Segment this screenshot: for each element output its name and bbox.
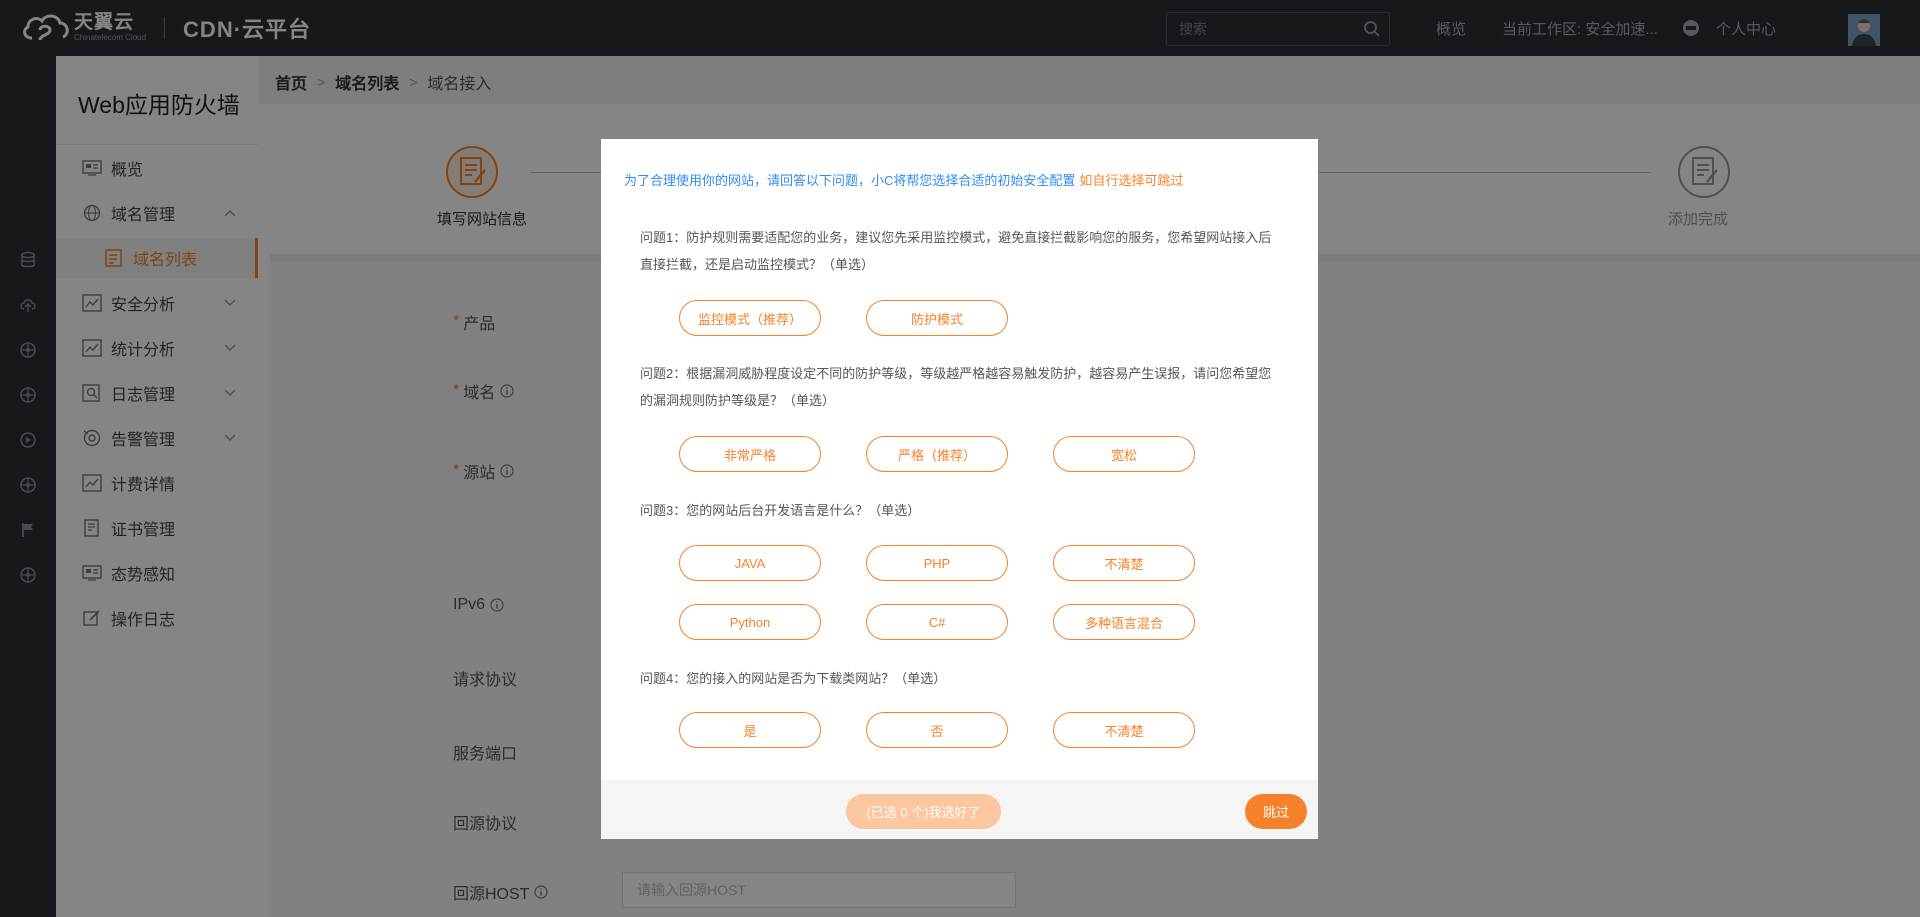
q3-option-php[interactable]: PHP: [866, 545, 1008, 581]
q3-option-mixed[interactable]: 多种语言混合: [1053, 604, 1195, 640]
security-config-dialog: 为了合理使用你的网站，请回答以下问题，小C将帮您选择合适的初始安全配置 如自行选择…: [601, 139, 1318, 839]
question-1-text: 问题1：防护规则需要适配您的业务，建议您先采用监控模式，避免直接拦截影响您的服务…: [640, 230, 1272, 272]
dialog-intro: 为了合理使用你的网站，请回答以下问题，小C将帮您选择合适的初始安全配置 如自行选择…: [624, 173, 1184, 188]
q3-option-csharp[interactable]: C#: [866, 604, 1008, 640]
q3-option-unknown[interactable]: 不清楚: [1053, 545, 1195, 581]
q3-option-python[interactable]: Python: [679, 604, 821, 640]
q3-option-java[interactable]: JAVA: [679, 545, 821, 581]
q1-option-protect[interactable]: 防护模式: [866, 300, 1008, 336]
q4-option-no[interactable]: 否: [866, 712, 1008, 748]
dialog-footer: (已选 0 个)我选好了 跳过: [601, 780, 1318, 839]
q2-option-loose[interactable]: 宽松: [1053, 436, 1195, 472]
question-4-text: 问题4：您的接入的网站是否为下载类网站？（单选）: [640, 671, 947, 686]
q2-option-strict[interactable]: 严格（推荐）: [866, 436, 1008, 472]
confirm-selection-button[interactable]: (已选 0 个)我选好了: [846, 794, 1001, 829]
q4-option-yes[interactable]: 是: [679, 712, 821, 748]
q1-option-monitor[interactable]: 监控模式（推荐）: [679, 300, 821, 336]
q4-option-unknown[interactable]: 不清楚: [1053, 712, 1195, 748]
question-2-text: 问题2：根据漏洞威胁程度设定不同的防护等级，等级越严格越容易触发防护，越容易产生…: [640, 366, 1272, 408]
skip-hint: 如自行选择可跳过: [1079, 173, 1184, 188]
skip-button[interactable]: 跳过: [1245, 794, 1307, 829]
question-3-text: 问题3：您的网站后台开发语言是什么？（单选）: [640, 503, 921, 518]
q2-option-very-strict[interactable]: 非常严格: [679, 436, 821, 472]
